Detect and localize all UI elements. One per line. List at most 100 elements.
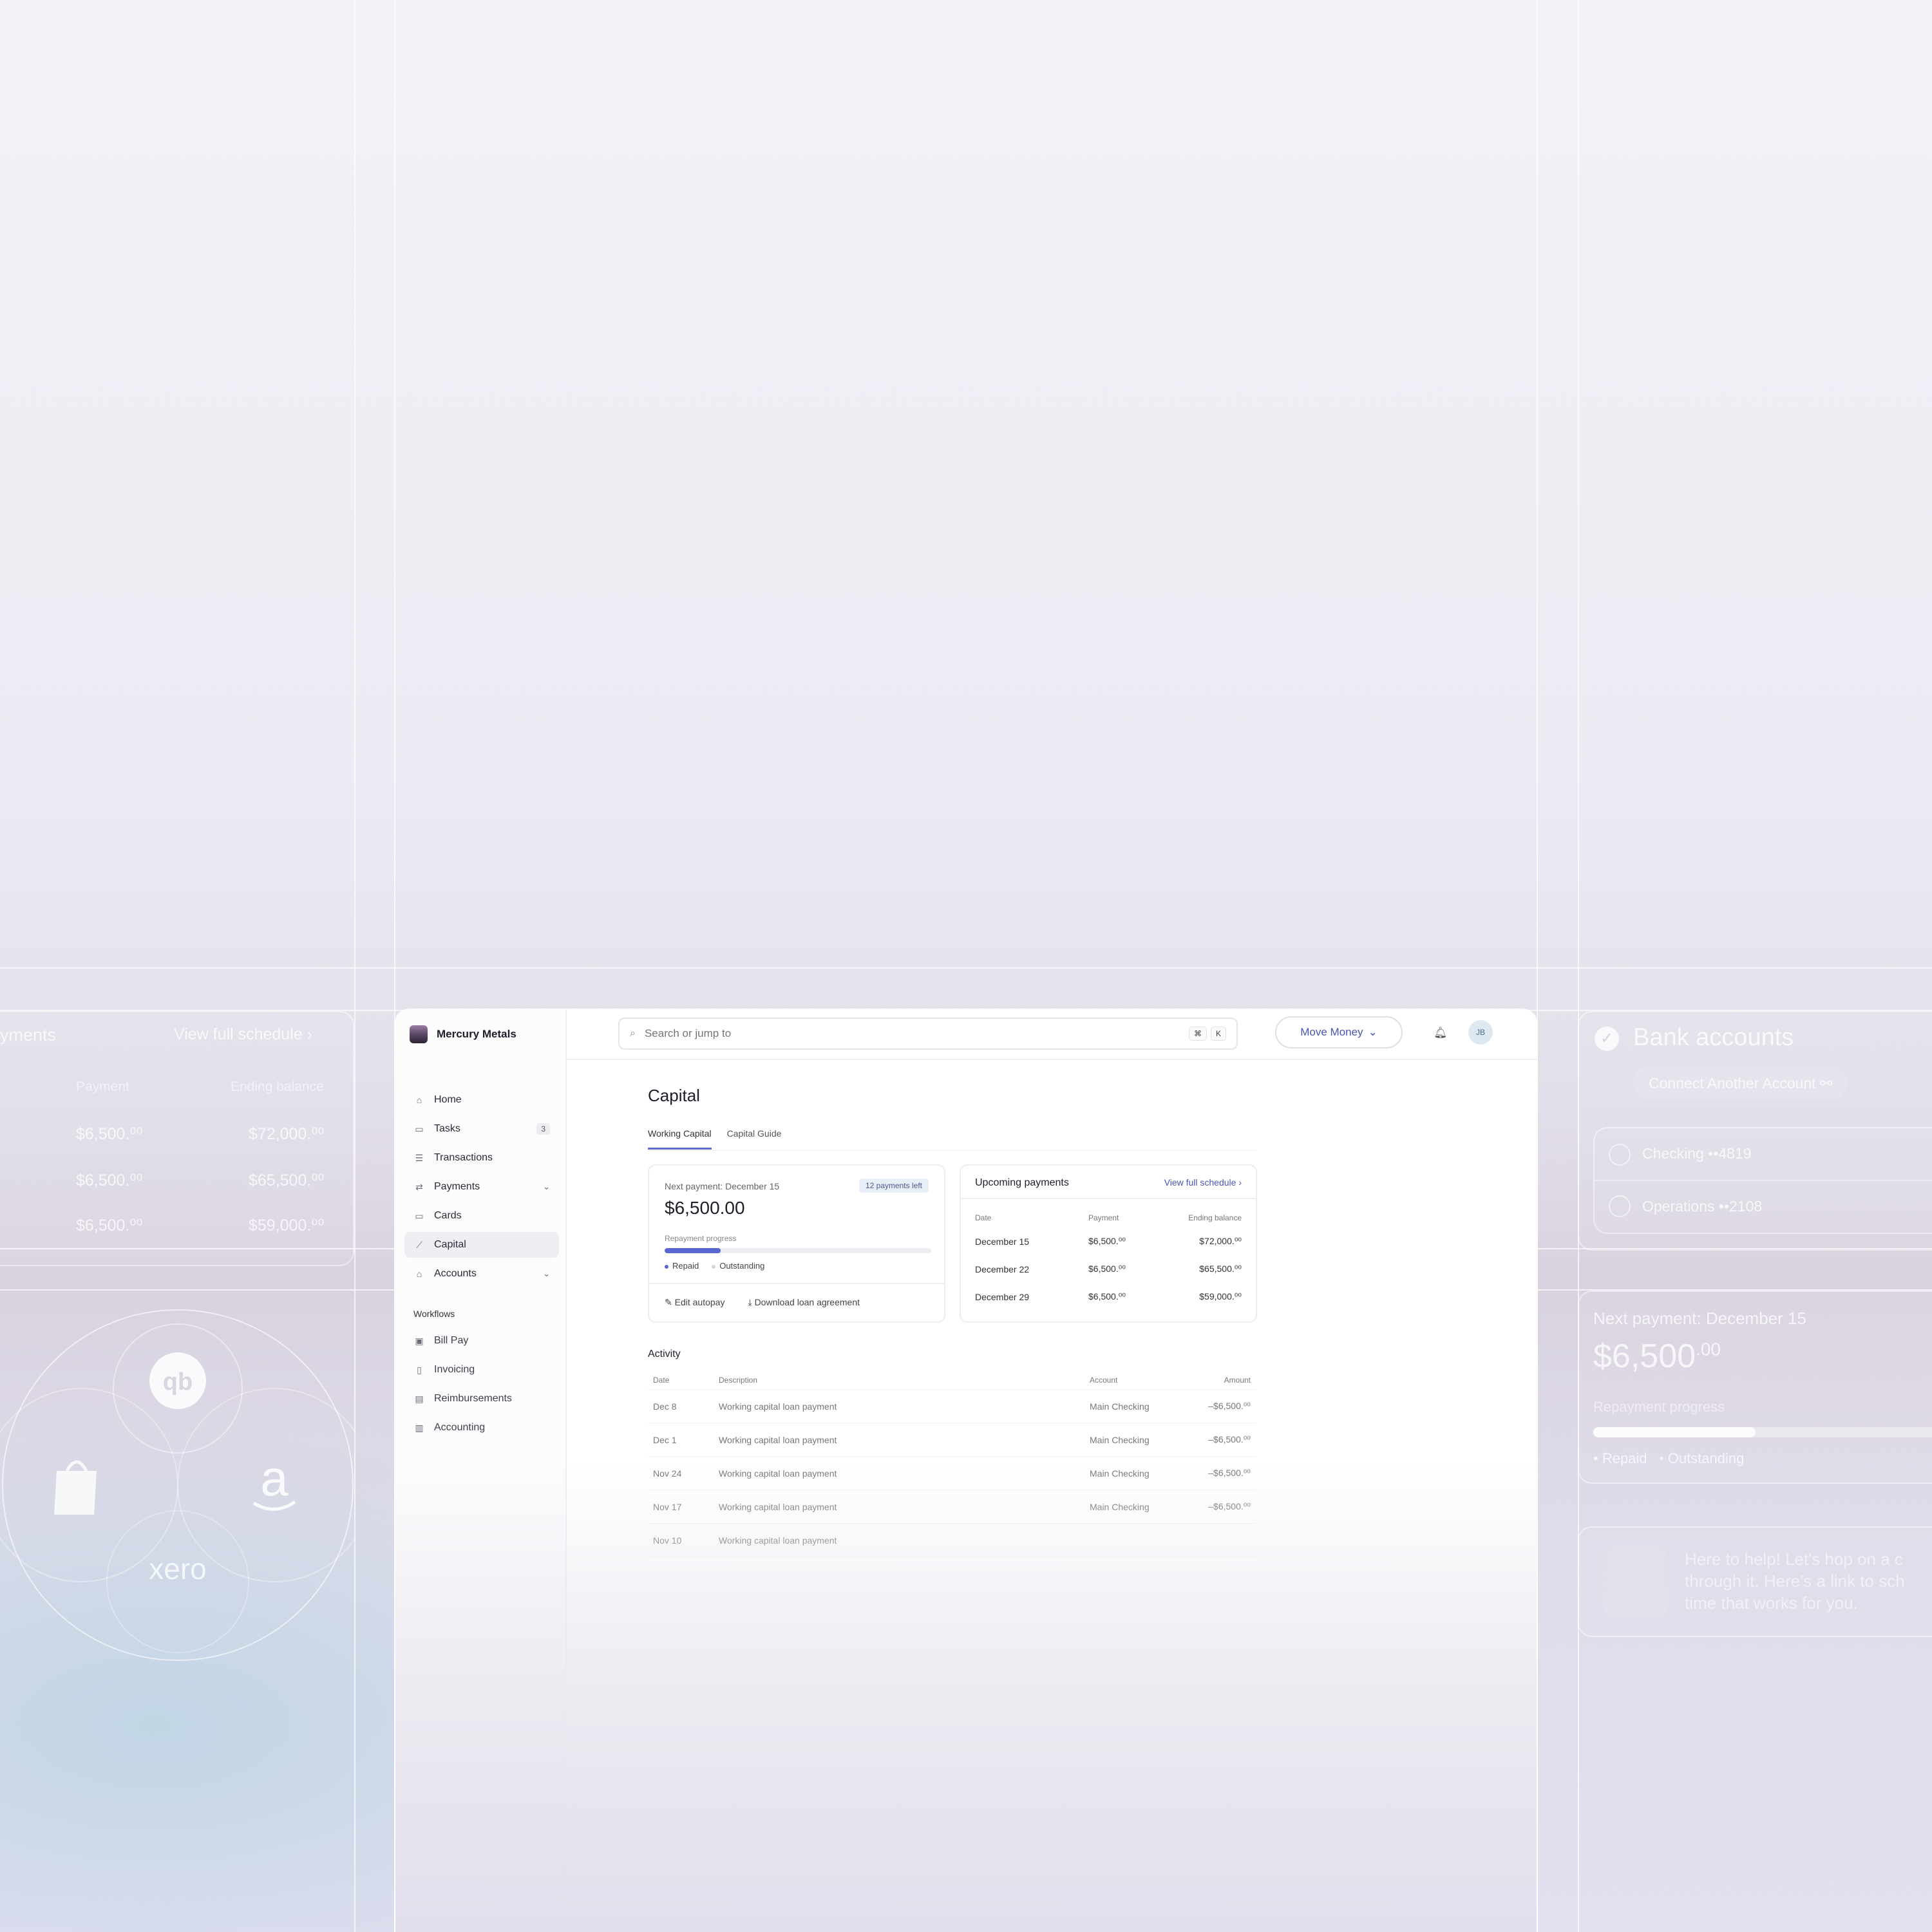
next-payment-label: Next payment: December 15 <box>665 1181 780 1191</box>
table-cell: Main Checking <box>1090 1401 1150 1412</box>
table-cell: $6,500.⁰⁰ <box>1088 1236 1126 1246</box>
table-header: Date Description Account Amount <box>648 1370 1256 1390</box>
sidebar-item-label: Cards <box>434 1210 462 1221</box>
main-content: Capital Working Capital Capital Guide Ne… <box>567 1060 1537 1932</box>
table-row[interactable]: Nov 10 Working capital loan payment <box>648 1524 1256 1557</box>
column-header: Account <box>1090 1375 1118 1385</box>
sidebar-item-label: Payments <box>434 1181 480 1192</box>
table-row[interactable]: Nov 17 Working capital loan payment Main… <box>648 1490 1256 1524</box>
sidebar-item-capital[interactable]: ⟋ Capital <box>404 1232 559 1258</box>
table-cell: Working capital loan payment <box>719 1401 837 1412</box>
ghost-progress-label: Repayment progress <box>1593 1399 1725 1415</box>
table-row[interactable]: December 22 $6,500.⁰⁰ $65,500.⁰⁰ <box>975 1255 1242 1283</box>
table-row[interactable]: Dec 8 Working capital loan payment Main … <box>648 1390 1256 1423</box>
avatar[interactable]: JB <box>1468 1020 1493 1045</box>
table-cell: Main Checking <box>1090 1501 1150 1512</box>
sidebar-item-label: Accounting <box>434 1422 486 1433</box>
sidebar-item-home[interactable]: ⌂ Home <box>404 1087 559 1113</box>
sidebar-item-accounting[interactable]: ▥ Accounting <box>404 1415 559 1441</box>
search-input[interactable] <box>644 1027 1185 1040</box>
tabs-divider <box>648 1150 1256 1151</box>
sidebar-item-label: Tasks <box>434 1123 460 1134</box>
table-cell: –$6,500.⁰⁰ <box>1208 1434 1251 1444</box>
tab-working-capital[interactable]: Working Capital <box>648 1128 712 1150</box>
sidebar-item-cards[interactable]: ▭ Cards <box>404 1203 559 1229</box>
ghost-cell: $59,000.⁰⁰ <box>249 1217 325 1235</box>
table-cell: –$6,500.⁰⁰ <box>1208 1468 1251 1478</box>
upcoming-payments-table: Date Payment Ending balance December 15 … <box>975 1208 1242 1311</box>
bell-icon[interactable]: 🔔︎ <box>1434 1027 1448 1039</box>
activity-title: Activity <box>648 1349 681 1359</box>
table-cell: $65,500.⁰⁰ <box>1199 1264 1242 1274</box>
edit-autopay-button[interactable]: ✎ Edit autopay <box>665 1297 724 1308</box>
ghost-bank-title: Bank accounts <box>1633 1024 1794 1051</box>
table-cell: Main Checking <box>1090 1468 1150 1479</box>
chat-avatar <box>1604 1546 1668 1618</box>
sidebar-item-tasks[interactable]: ▭ Tasks 3 <box>404 1116 559 1142</box>
table-cell: $72,000.⁰⁰ <box>1199 1236 1242 1246</box>
move-money-label: Move Money <box>1300 1026 1363 1038</box>
sidebar-item-transactions[interactable]: ☰ Transactions <box>404 1145 559 1171</box>
ghost-account: Operations ••2108 <box>1642 1198 1763 1215</box>
amazon-icon: a <box>252 1450 296 1511</box>
download-agreement-button[interactable]: ⤓ Download loan agreement <box>748 1297 860 1308</box>
column-header: Ending balance <box>1188 1213 1242 1222</box>
divider <box>961 1198 1256 1199</box>
book-icon: ▥ <box>415 1422 424 1433</box>
move-money-button[interactable]: Move Money ⌄ <box>1275 1016 1403 1048</box>
legend-repaid: Repaid <box>665 1261 699 1271</box>
progress-legend: Repaid Outstanding <box>665 1261 764 1271</box>
table-row[interactable]: Dec 1 Working capital loan payment Main … <box>648 1423 1256 1457</box>
tasks-badge: 3 <box>536 1123 550 1135</box>
home-icon: ⌂ <box>416 1095 422 1105</box>
chevron-down-icon[interactable]: ⌄ <box>543 1269 550 1279</box>
ghost-cell: $6,500.⁰⁰ <box>76 1125 143 1143</box>
chart-icon: ⟋ <box>416 1239 422 1250</box>
ghost-col-payment: Payment <box>76 1079 129 1094</box>
list-icon: ☰ <box>415 1152 424 1163</box>
sidebar-item-label: Accounts <box>434 1268 477 1279</box>
document-icon: ▯ <box>417 1364 422 1375</box>
transfer-icon: ⇄ <box>415 1181 423 1192</box>
ghost-cell: $6,500.⁰⁰ <box>76 1171 143 1189</box>
brand[interactable]: Mercury Metals <box>410 1025 516 1043</box>
sidebar-item-invoicing[interactable]: ▯ Invoicing <box>404 1357 559 1383</box>
search-bar[interactable]: ⌕ ⌘ K <box>618 1018 1238 1050</box>
table-row[interactable]: December 29 $6,500.⁰⁰ $59,000.⁰⁰ <box>975 1283 1242 1311</box>
table-cell: Dec 1 <box>653 1434 677 1445</box>
ghost-cell: $65,500.⁰⁰ <box>249 1171 325 1189</box>
view-full-schedule-link[interactable]: View full schedule › <box>1164 1177 1242 1189</box>
column-header: Payment <box>1088 1213 1119 1222</box>
table-cell: Nov 10 <box>653 1535 682 1546</box>
sidebar-item-payments[interactable]: ⇄ Payments ⌄ <box>404 1174 559 1200</box>
table-row[interactable]: December 15 $6,500.⁰⁰ $72,000.⁰⁰ <box>975 1227 1242 1255</box>
repayment-progress-fill <box>665 1248 721 1253</box>
column-header: Amount <box>1224 1375 1251 1385</box>
table-cell: December 29 <box>975 1291 1030 1302</box>
sidebar-item-label: Reimbursements <box>434 1393 512 1404</box>
upcoming-payments-title: Upcoming payments <box>975 1177 1069 1188</box>
sidebar-item-label: Transactions <box>434 1152 493 1163</box>
activity-table: Date Description Account Amount Dec 8 Wo… <box>648 1370 1256 1557</box>
table-cell: Working capital loan payment <box>719 1501 837 1512</box>
table-header: Date Payment Ending balance <box>975 1208 1242 1227</box>
tab-capital-guide[interactable]: Capital Guide <box>727 1128 782 1150</box>
sidebar-item-reimbursements[interactable]: ▤ Reimbursements <box>404 1386 559 1412</box>
table-cell: Main Checking <box>1090 1434 1150 1445</box>
next-payment-amount: $6,500.00 <box>665 1198 745 1218</box>
sidebar-item-label: Home <box>434 1094 462 1105</box>
ghost-account: Checking ••4819 <box>1642 1145 1752 1162</box>
brand-name: Mercury Metals <box>437 1028 516 1040</box>
xero-icon: xero <box>149 1552 206 1586</box>
search-icon: ⌕ <box>630 1028 636 1039</box>
chevron-down-icon: ⌄ <box>1368 1026 1378 1038</box>
sidebar-item-bill-pay[interactable]: ▣ Bill Pay <box>404 1328 559 1354</box>
sidebar-item-accounts[interactable]: ⌂ Accounts ⌄ <box>404 1261 559 1287</box>
chevron-down-icon[interactable]: ⌄ <box>543 1182 550 1192</box>
tasks-icon: ▭ <box>415 1123 424 1134</box>
table-row[interactable]: Nov 24 Working capital loan payment Main… <box>648 1457 1256 1490</box>
ghost-amount: $6,500.00 <box>1593 1338 1721 1375</box>
ghost-chat-message: Here to help! Let's hop on a c through i… <box>1685 1549 1905 1613</box>
divider <box>649 1283 944 1284</box>
repayment-progress-label: Repayment progress <box>665 1234 737 1243</box>
